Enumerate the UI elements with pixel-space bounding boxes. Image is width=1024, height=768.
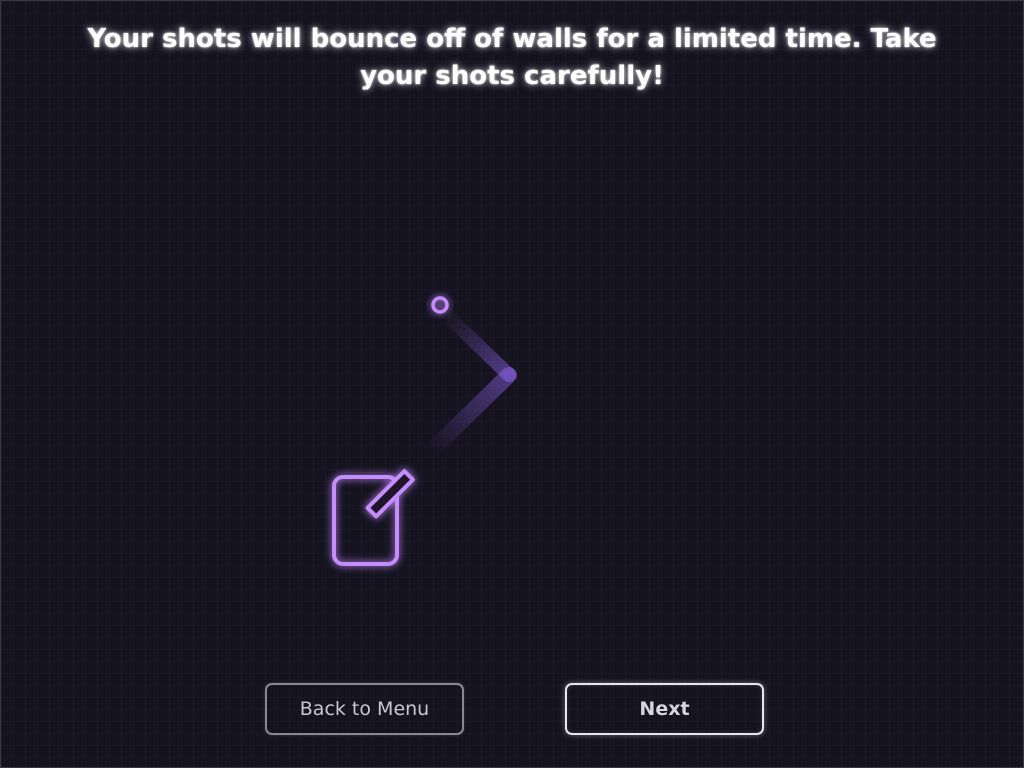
pencil-square-icon — [332, 469, 415, 566]
next-button[interactable]: Next — [565, 683, 764, 735]
game-canvas: Your shots will bounce off of walls for … — [0, 0, 1024, 768]
projectile-ring-icon — [431, 296, 449, 314]
back-to-menu-button[interactable]: Back to Menu — [265, 683, 464, 735]
shot-trail — [421, 314, 517, 461]
tutorial-scene — [332, 230, 517, 566]
